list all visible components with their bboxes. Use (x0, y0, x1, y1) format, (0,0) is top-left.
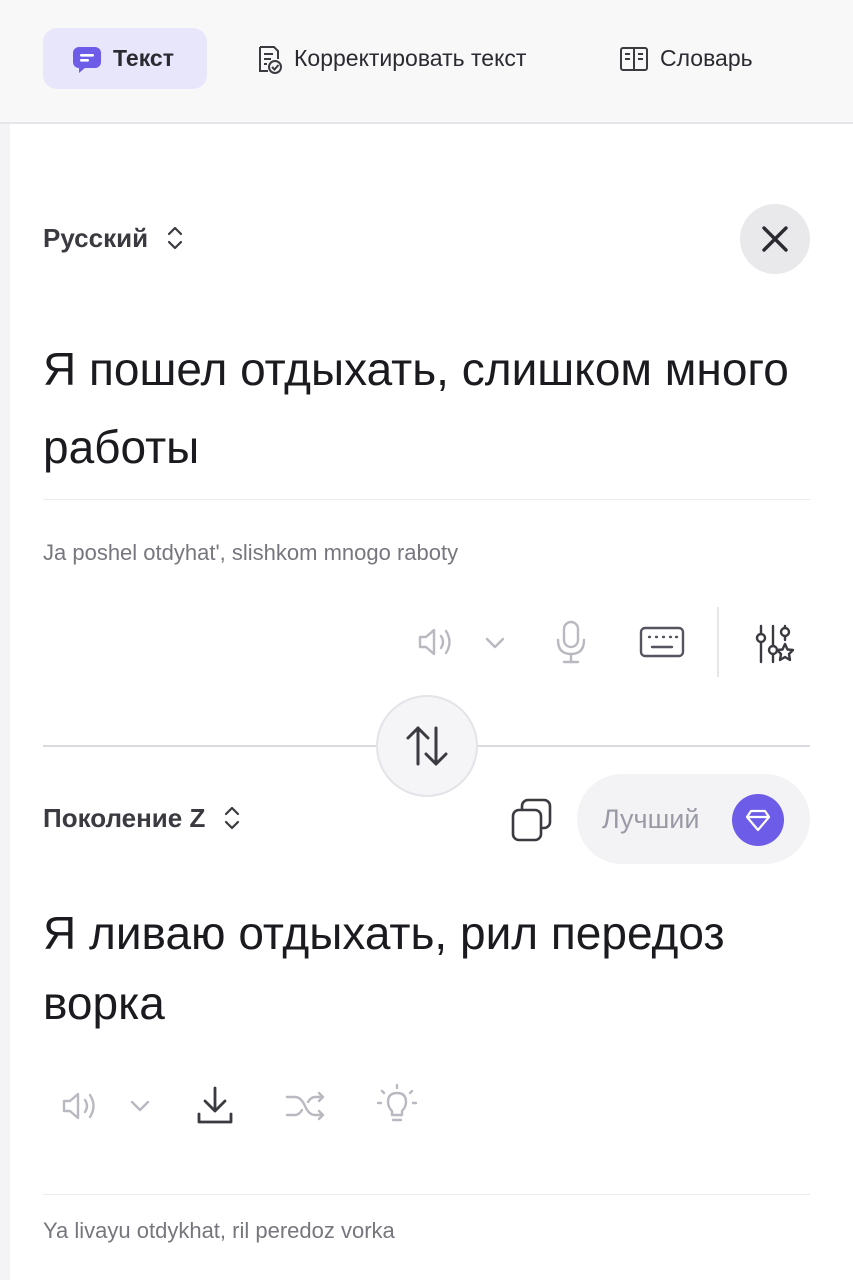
source-divider (43, 499, 810, 500)
tab-correct-text-label: Корректировать текст (294, 45, 527, 71)
diamond-icon (732, 794, 784, 846)
target-speaker-button[interactable] (56, 1084, 104, 1128)
copy-icon (511, 798, 552, 842)
explain-button[interactable] (374, 1082, 420, 1128)
speaker-icon (418, 628, 451, 656)
tools-separator (717, 607, 719, 677)
quality-mode-selector[interactable]: Лучший (577, 774, 810, 864)
left-edge (0, 124, 10, 1280)
target-language-selector[interactable]: Поколение Z (43, 801, 245, 835)
microphone-icon (556, 620, 586, 664)
book-icon (618, 43, 650, 75)
tab-text[interactable]: Текст (43, 28, 207, 89)
copy-translation-button[interactable] (508, 796, 556, 844)
target-language-label: Поколение Z (43, 802, 206, 833)
quality-mode-label: Лучший (602, 803, 700, 834)
close-icon (762, 226, 788, 252)
download-icon (197, 1086, 233, 1124)
shuffle-button[interactable] (282, 1084, 330, 1128)
document-check-icon (252, 43, 284, 75)
speaker-icon (62, 1092, 95, 1120)
chat-bubble-icon (71, 43, 103, 75)
lightbulb-icon (376, 1083, 418, 1122)
tab-dictionary-label: Словарь (660, 45, 753, 71)
source-text-input[interactable]: Я пошел отдыхать, слишком много работы (43, 330, 803, 486)
tab-dictionary[interactable]: Словарь (618, 28, 753, 89)
target-transliteration: Ya livayu otdykhat, ril peredoz vorka (43, 1218, 395, 1243)
chevron-up-down-icon (219, 801, 245, 835)
target-divider (43, 1194, 810, 1195)
source-speaker-button[interactable] (412, 620, 460, 664)
tab-text-label: Текст (113, 45, 174, 71)
swap-arrows-icon (406, 726, 448, 766)
download-button[interactable] (192, 1082, 238, 1128)
mode-tabs-bar: Текст Корректировать текст Словарь (0, 0, 853, 124)
source-voice-options-button[interactable] (480, 628, 510, 658)
translation-output: Я ливаю отдыхать, рил передоз ворка (43, 907, 725, 1029)
target-voice-options-button[interactable] (125, 1091, 155, 1121)
keyboard-button[interactable] (636, 622, 688, 662)
source-language-selector[interactable]: Русский (43, 221, 188, 255)
chevron-down-icon (130, 1100, 150, 1112)
source-language-label: Русский (43, 222, 149, 253)
tab-correct-text[interactable]: Корректировать текст (252, 28, 526, 89)
clear-text-button[interactable] (740, 204, 810, 274)
settings-sliders-star-icon (755, 624, 795, 664)
keyboard-icon (639, 626, 685, 658)
source-transliteration: Ja poshel otdyhat', slishkom mnogo rabot… (43, 540, 459, 565)
shuffle-icon (285, 1091, 325, 1121)
translation-settings-button[interactable] (750, 620, 798, 668)
swap-languages-button[interactable] (376, 695, 478, 797)
chevron-up-down-icon (162, 221, 188, 255)
microphone-button[interactable] (548, 618, 594, 666)
chevron-down-icon (485, 637, 505, 649)
